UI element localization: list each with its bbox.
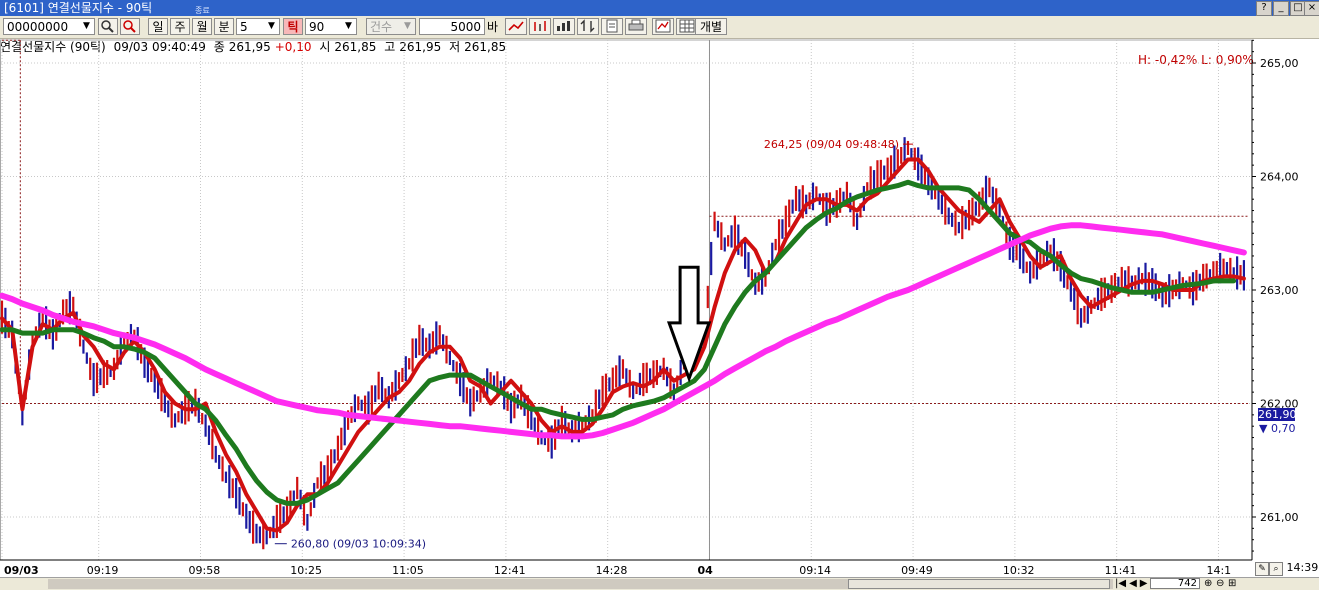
- zoom-in-icon[interactable]: ⊕: [1204, 578, 1212, 590]
- x-tick-label: 09:14: [799, 564, 831, 577]
- scroll-next-icon[interactable]: ▶: [1140, 578, 1148, 590]
- reference-lines: [2, 40, 1249, 403]
- y-tick-label: 261,00: [1260, 511, 1299, 524]
- current-change-label: ▼ 0,70: [1259, 422, 1295, 435]
- x-tick-label: 09/03: [4, 564, 39, 577]
- x-tick-label: 12:41: [494, 564, 526, 577]
- chart-tool-icons: ✎⌕ 14:39:19: [1255, 561, 1319, 575]
- x-tick-label: 14:28: [596, 564, 628, 577]
- y-tick-label: 264,00: [1260, 171, 1299, 184]
- x-tick-label: 10:25: [290, 564, 322, 577]
- fit-icon[interactable]: ⊞: [1228, 578, 1236, 590]
- x-tick-label: 09:58: [189, 564, 221, 577]
- moving-averages: [2, 160, 1244, 531]
- plot-frame: [1, 40, 1253, 560]
- pencil-icon[interactable]: ✎: [1255, 562, 1269, 576]
- current-price-label: 261,90: [1258, 408, 1295, 421]
- grid-layer: [1, 40, 1253, 560]
- time-label: 14:39:19: [1287, 561, 1319, 574]
- scroll-prev-icon[interactable]: ◀: [1129, 578, 1137, 590]
- x-tick-label: 10:32: [1003, 564, 1035, 577]
- y-tick-label: 265,00: [1260, 57, 1299, 70]
- x-tick-label: 04: [697, 564, 713, 577]
- zoom-value-field[interactable]: 742: [1150, 578, 1200, 589]
- chart-scrollbar[interactable]: |◀◀▶ 742 ⊕ ⊖ ⊞: [0, 577, 1319, 590]
- down-arrow-icon: [669, 267, 709, 378]
- scroll-first-icon[interactable]: |◀: [1115, 578, 1126, 590]
- x-tick-label: 11:41: [1105, 564, 1137, 577]
- axes: 265,00264,00263,00262,00261,0009/0309:19…: [0, 40, 1299, 577]
- zoom-icon[interactable]: ⌕: [1269, 562, 1283, 576]
- x-tick-label: 09:49: [901, 564, 933, 577]
- x-tick-label: 09:19: [87, 564, 119, 577]
- x-tick-label: 11:05: [392, 564, 424, 577]
- y-tick-label: 263,00: [1260, 284, 1299, 297]
- scroll-thumb[interactable]: [848, 579, 1110, 589]
- price-bars: [0, 137, 1244, 549]
- x-tick-label: 14:1: [1206, 564, 1231, 577]
- price-chart[interactable]: 264,25 (09/04 09:48:48) 260,80 (09/03 10:…: [0, 0, 1319, 589]
- low-annotation: 260,80 (09/03 10:09:34): [291, 538, 426, 551]
- zoom-out-icon[interactable]: ⊖: [1216, 578, 1224, 590]
- series-line-1: [2, 160, 1244, 531]
- high-annotation: 264,25 (09/04 09:48:48): [764, 138, 899, 151]
